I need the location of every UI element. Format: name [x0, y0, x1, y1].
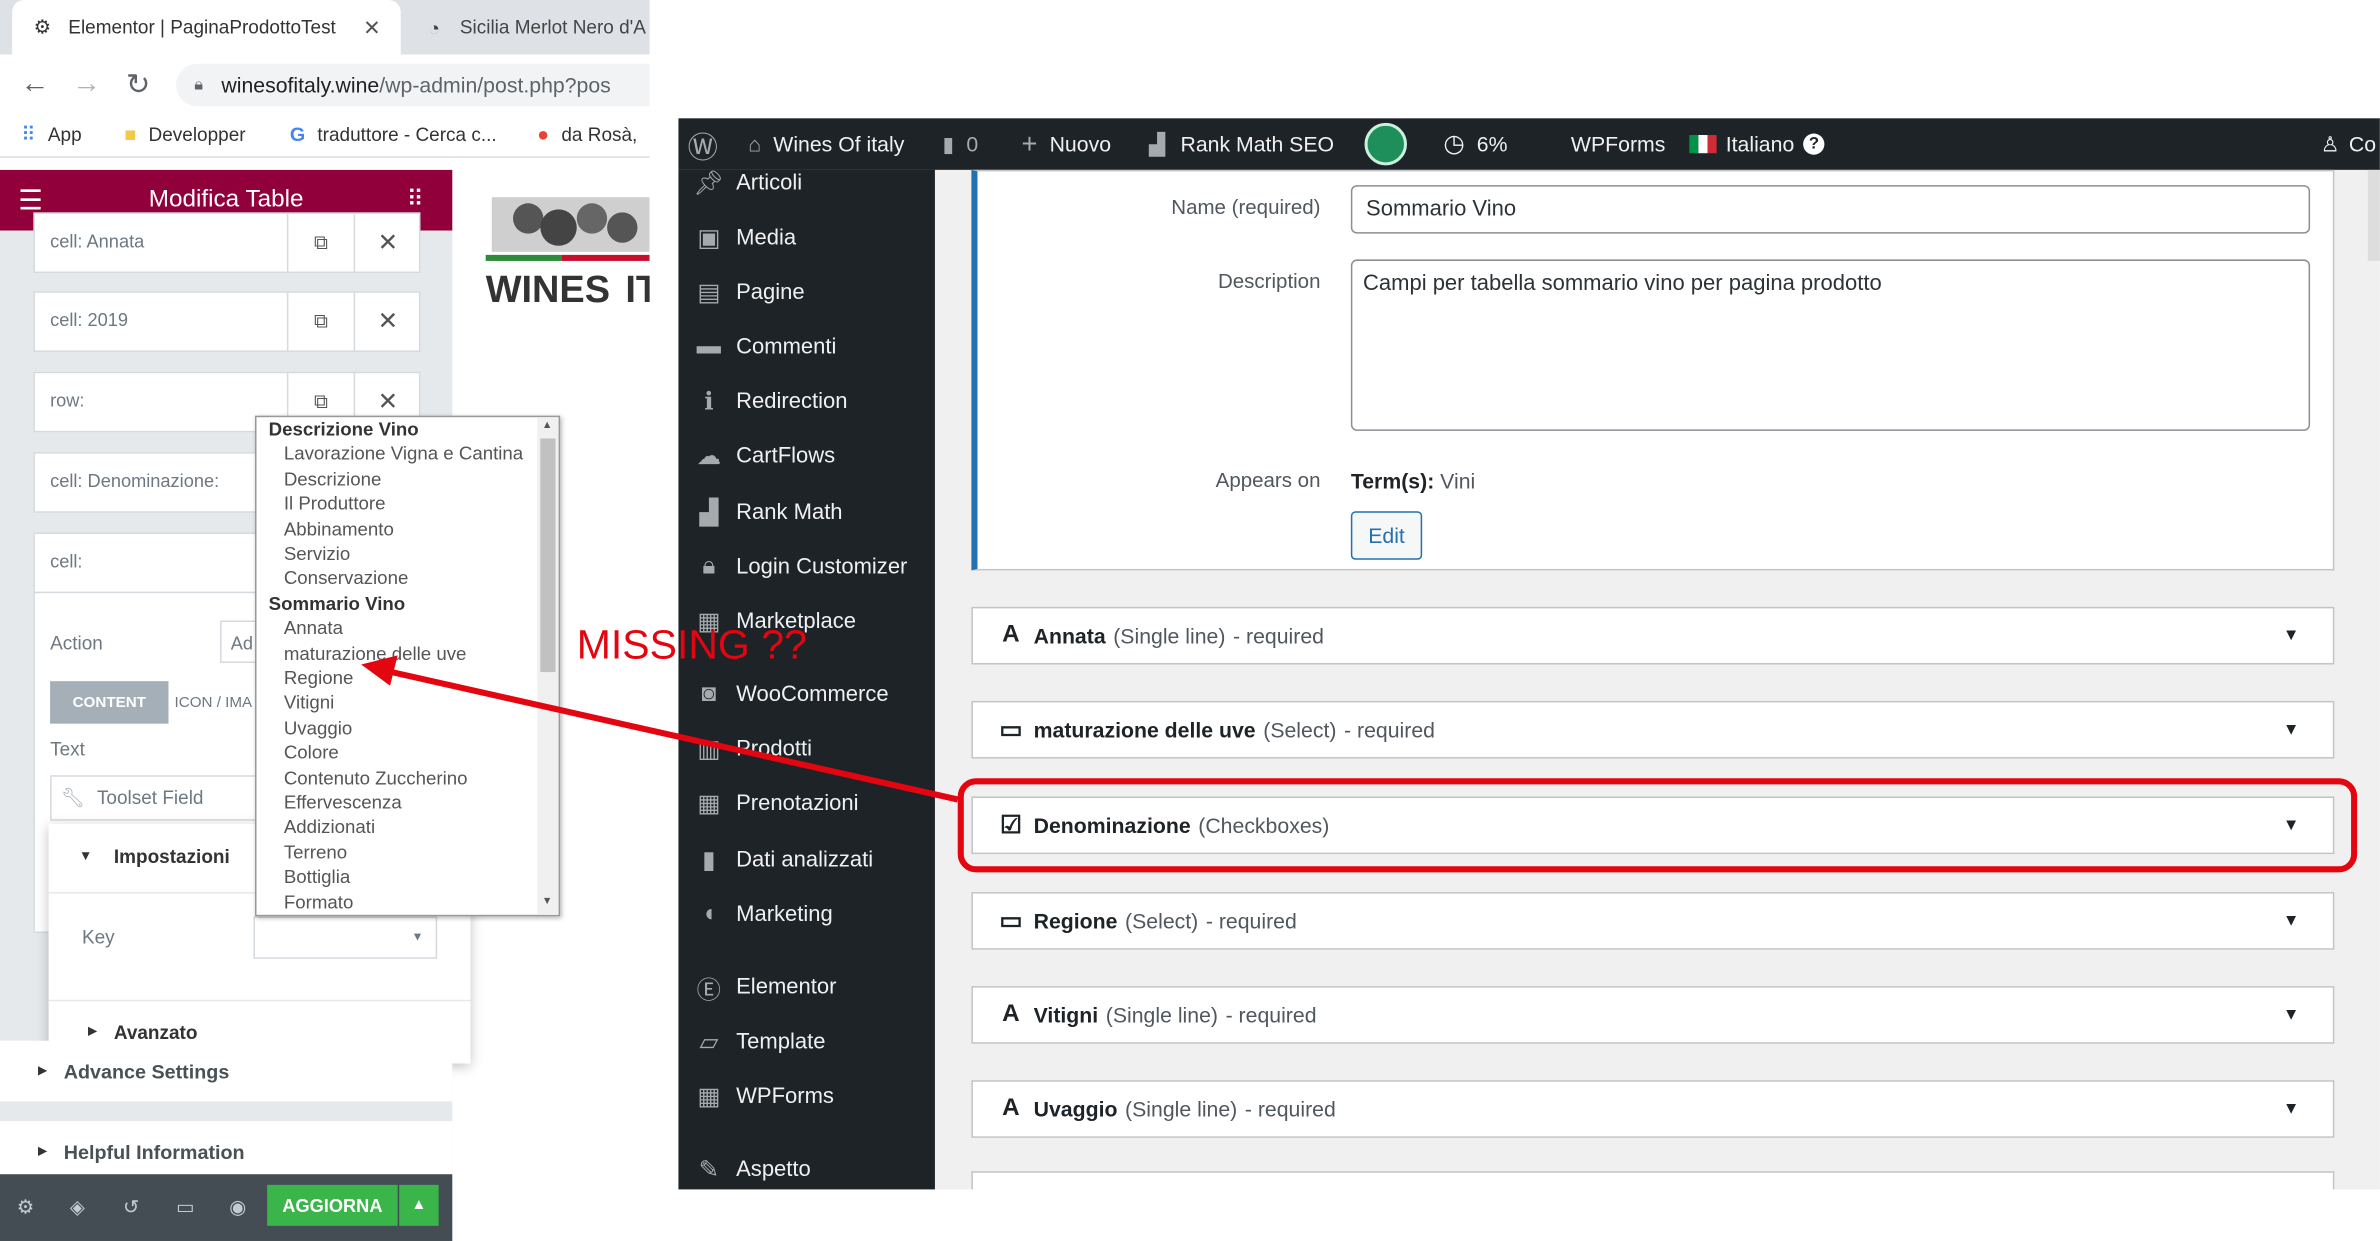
annotation-arrow	[361, 655, 959, 803]
